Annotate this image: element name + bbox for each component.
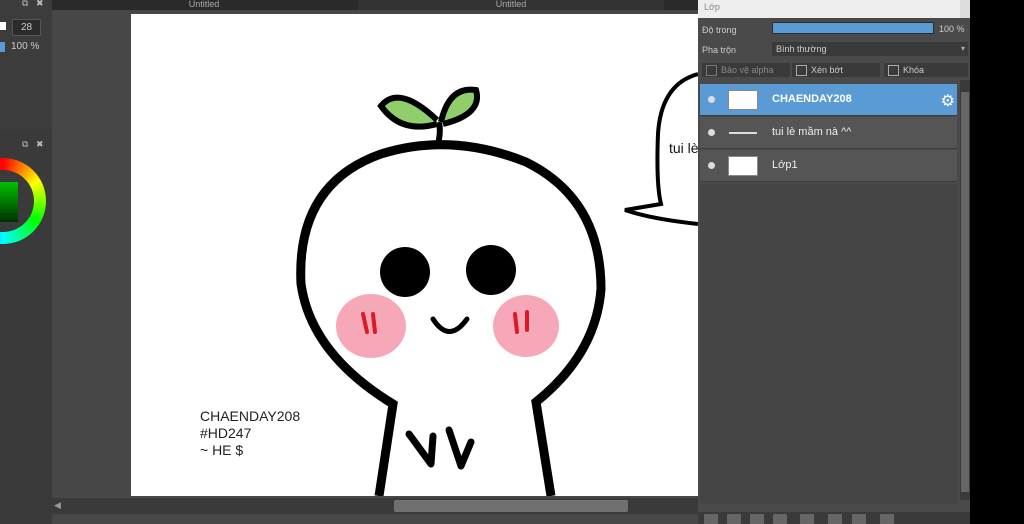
checkbox-icon <box>706 65 717 77</box>
color-picker-square[interactable] <box>0 182 18 222</box>
layer-clear-button[interactable] <box>828 514 842 524</box>
drawing-canvas[interactable]: tui lè CHAENDAY208 #HD247 ~ HE $ <box>131 14 698 496</box>
layers-scrollbar-thumb[interactable] <box>961 92 969 492</box>
layer-name: Lớp1 <box>772 159 798 171</box>
tab-untitled-1[interactable]: Untitled <box>130 0 278 10</box>
brush-opacity-value: 100 % <box>11 41 40 52</box>
opacity-label: Độ trong <box>702 25 737 35</box>
eye-icon[interactable] <box>708 129 715 136</box>
brush-settings-panel: ⧉ ✖ 28 100 % <box>0 0 52 130</box>
gear-icon[interactable]: ⚙ <box>941 91 955 111</box>
layer-opacity-value: 100 % <box>939 24 965 34</box>
layer-thumbnail <box>728 123 758 143</box>
right-eye <box>466 245 516 295</box>
layer-mask-button[interactable] <box>800 514 814 524</box>
tab-untitled-2[interactable]: Untitled <box>358 0 664 10</box>
canvas-watermark: CHAENDAY208 #HD247 ~ HE $ <box>200 408 300 459</box>
layers-list-empty-area <box>700 184 957 504</box>
watermark-line: #HD247 <box>200 425 252 441</box>
layer-name: tui lè mầm nà ^^ <box>772 126 852 138</box>
horizontal-scrollbar-thumb[interactable] <box>394 500 628 512</box>
layer-transfer-button[interactable] <box>852 514 866 524</box>
layer-row-lop1[interactable]: Lớp1 <box>700 150 957 182</box>
merge-layer-button[interactable] <box>750 514 764 524</box>
panel-title-edge <box>960 0 970 18</box>
brush-size-field[interactable]: 28 <box>12 19 41 36</box>
color-panel-header: ⧉ ✖ <box>0 138 52 152</box>
scroll-left-icon[interactable]: ◀ <box>54 500 61 511</box>
popout-icon[interactable]: ⧉ <box>22 139 28 150</box>
opacity-indicator <box>0 42 5 52</box>
checkbox-icon <box>796 65 807 77</box>
checkbox-label: Khóa <box>903 65 925 75</box>
eye-icon[interactable] <box>708 162 715 169</box>
sprout-leaf-right <box>438 86 481 127</box>
checkbox-label: Xén bớt <box>811 65 843 75</box>
popout-icon[interactable]: ⧉ <box>22 0 28 9</box>
clipping-checkbox[interactable]: Xén bớt <box>792 63 880 77</box>
checkbox-icon <box>888 65 899 77</box>
new-layer-button[interactable] <box>704 514 718 524</box>
delete-layer-button[interactable] <box>880 514 894 524</box>
layers-panel-title: Lớp <box>698 0 960 18</box>
left-cheek <box>336 294 406 358</box>
layer-thumbnail <box>728 156 758 176</box>
close-icon[interactable]: ✖ <box>36 139 44 150</box>
speech-text: tui lè <box>669 140 698 156</box>
layer-opacity-fill <box>773 23 933 33</box>
color-swatch-white[interactable] <box>0 22 6 30</box>
sprout-leaf-left <box>377 94 440 130</box>
layer-folder-button[interactable] <box>773 514 787 524</box>
close-icon[interactable]: ✖ <box>36 0 44 9</box>
lock-checkbox[interactable]: Khóa <box>884 63 968 77</box>
watermark-line: CHAENDAY208 <box>200 408 301 424</box>
chevron-down-icon: ▾ <box>960 44 965 53</box>
blend-mode-value: Bình thường <box>776 44 827 54</box>
protect-alpha-checkbox[interactable]: Bảo vệ alpha <box>702 63 790 77</box>
layer-name: CHAENDAY208 <box>772 93 852 105</box>
blend-mode-select[interactable]: Bình thường ▾ <box>772 42 968 56</box>
layer-row-chaenday208[interactable]: CHAENDAY208 ⚙ <box>700 84 957 116</box>
eye-icon[interactable] <box>708 96 715 103</box>
layer-row-tui-le[interactable]: tui lè mầm nà ^^ <box>700 117 957 149</box>
duplicate-layer-button[interactable] <box>727 514 741 524</box>
layer-thumbnail <box>728 90 758 110</box>
checkbox-label: Bảo vệ alpha <box>721 65 774 75</box>
blend-label: Pha trộn <box>702 45 737 55</box>
watermark-line: ~ HE $ <box>200 442 244 458</box>
left-eye <box>380 247 430 297</box>
